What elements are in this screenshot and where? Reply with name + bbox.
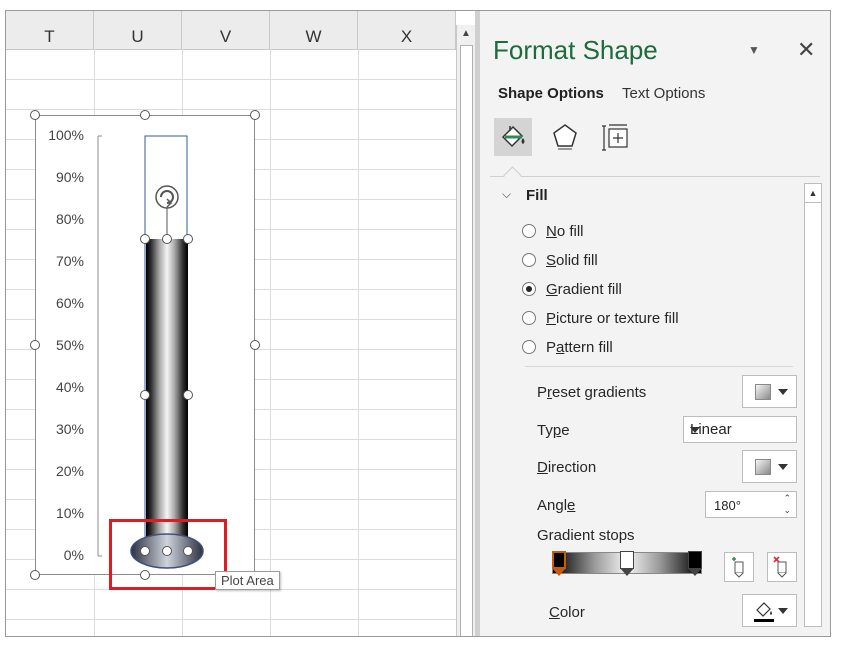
shape-handle[interactable] xyxy=(140,234,150,244)
dropdown-arrow-icon xyxy=(778,389,788,395)
resize-handle[interactable] xyxy=(140,110,150,120)
chart-drawing xyxy=(97,135,204,569)
effects-pentagon-icon[interactable] xyxy=(546,118,584,156)
fill-line-icon[interactable] xyxy=(494,118,532,156)
section-divider xyxy=(525,366,793,367)
tab-text-options[interactable]: Text Options xyxy=(622,85,705,102)
color-label: Color xyxy=(549,604,585,621)
radio-button[interactable] xyxy=(522,311,536,325)
format-shape-pane: Format Shape ▼ ✕ Shape Options Text Opti… xyxy=(480,11,830,636)
radio-button[interactable] xyxy=(522,224,536,238)
gradient-stops-bar[interactable] xyxy=(552,551,702,577)
scroll-thumb[interactable] xyxy=(460,45,473,636)
radio-button[interactable] xyxy=(522,253,536,267)
scroll-up-arrow-icon[interactable]: ▲ xyxy=(457,25,475,43)
gradient-stops-label: Gradient stops xyxy=(537,527,635,544)
gradient-stop[interactable] xyxy=(552,551,566,577)
gradient-stop[interactable] xyxy=(688,551,702,577)
pane-vertical-scrollbar[interactable]: ▲ xyxy=(804,183,822,627)
plot-area-tooltip: Plot Area xyxy=(215,571,280,590)
highlight-box xyxy=(109,519,227,590)
resize-handle[interactable] xyxy=(30,110,40,120)
angle-value: 180° xyxy=(714,498,741,513)
active-tab-notch xyxy=(503,166,522,185)
collapse-chevron-icon[interactable]: ⌵ xyxy=(502,187,511,202)
pane-divider xyxy=(490,176,820,177)
radio-button[interactable] xyxy=(522,340,536,354)
color-picker-button[interactable] xyxy=(742,594,797,627)
direction-dropdown[interactable] xyxy=(742,450,797,483)
pane-title: Format Shape xyxy=(493,35,658,65)
size-properties-icon[interactable] xyxy=(596,118,634,156)
stop-pointer xyxy=(688,568,702,576)
stop-pointer xyxy=(620,568,634,576)
paint-bucket-icon xyxy=(754,602,774,622)
gradient-swatch-icon xyxy=(755,384,771,400)
radio-button-selected[interactable] xyxy=(522,282,536,296)
resize-handle[interactable] xyxy=(250,110,260,120)
dropdown-arrow-icon xyxy=(778,608,788,614)
resize-handle[interactable] xyxy=(30,340,40,350)
remove-gradient-stop-icon[interactable] xyxy=(767,552,797,582)
type-label: Type xyxy=(537,422,570,439)
add-gradient-stop-icon[interactable] xyxy=(724,552,754,582)
sheet-vertical-scrollbar[interactable]: ▲ xyxy=(456,25,476,636)
gradient-type-select[interactable]: Linear xyxy=(683,416,797,443)
resize-handle[interactable] xyxy=(250,340,260,350)
shape-handle[interactable] xyxy=(183,234,193,244)
shape-handle[interactable] xyxy=(183,390,193,400)
shape-handle[interactable] xyxy=(140,390,150,400)
fill-section-heading[interactable]: Fill xyxy=(526,187,548,204)
rotate-handle-icon[interactable] xyxy=(155,185,179,209)
dropdown-arrow-icon xyxy=(778,464,788,470)
preset-gradients-label: Preset gradients xyxy=(537,384,647,401)
spin-down-icon[interactable]: ⌄ xyxy=(783,505,791,516)
stop-pointer xyxy=(552,568,566,576)
gradient-stop[interactable] xyxy=(620,551,634,577)
spin-up-icon[interactable]: ⌃ xyxy=(783,493,791,504)
angle-label: Angle xyxy=(537,497,576,514)
worksheet-grid[interactable]: T U V W X 100% 90% 80% 70% 60% 50% 40% 3… xyxy=(6,11,456,636)
tab-shape-options[interactable]: Shape Options xyxy=(498,85,604,102)
scroll-up-arrow-icon[interactable]: ▲ xyxy=(805,184,821,203)
stop-swatch xyxy=(552,551,566,569)
preset-gradients-dropdown[interactable] xyxy=(742,375,797,408)
stop-swatch xyxy=(688,551,702,569)
resize-handle[interactable] xyxy=(30,570,40,580)
thermometer-tube-shape[interactable] xyxy=(146,239,188,549)
stop-swatch xyxy=(620,551,634,569)
dropdown-arrow-icon xyxy=(690,427,700,433)
direction-label: Direction xyxy=(537,459,597,476)
pane-options-chevron-icon[interactable]: ▼ xyxy=(748,43,760,57)
direction-swatch-icon xyxy=(755,459,771,475)
shape-handle[interactable] xyxy=(162,234,172,244)
app-window: T U V W X 100% 90% 80% 70% 60% 50% 40% 3… xyxy=(5,10,831,637)
angle-spinner[interactable]: 180° ⌃ ⌄ xyxy=(705,491,797,518)
close-icon[interactable]: ✕ xyxy=(797,37,815,63)
